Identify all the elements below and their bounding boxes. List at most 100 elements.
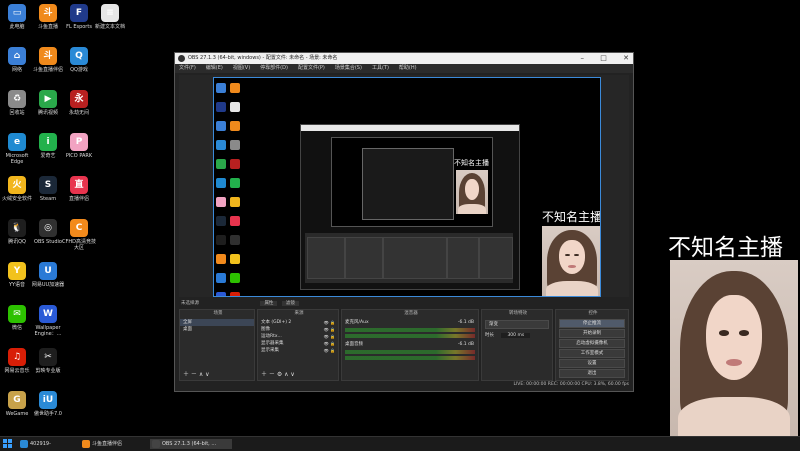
- mini-desktop-icon: [230, 83, 240, 93]
- mixer-channel-level: -6.1 dB: [457, 320, 474, 325]
- app-icon: 🐧: [8, 219, 26, 237]
- desktop-icon[interactable]: S Steam: [31, 176, 65, 202]
- mini-desktop-icon: [216, 159, 226, 169]
- app-icon: ⌂: [8, 47, 26, 65]
- mini-desktop-icon: [216, 83, 226, 93]
- app-icon: ▭: [8, 4, 26, 22]
- desktop-icon-label: 微信: [11, 325, 22, 331]
- source-item[interactable]: 图像 👁 🔒: [258, 326, 338, 333]
- transitions-dock-title: 转场特效: [509, 311, 527, 316]
- app-icon: C: [70, 219, 88, 237]
- control-button[interactable]: 设置: [559, 359, 625, 368]
- desktop-icon[interactable]: 🐧 腾讯QQ: [0, 219, 34, 245]
- taskbar-item[interactable]: OBS 27.1.3 (64-bit, ...: [150, 439, 232, 449]
- control-button[interactable]: 启动虚拟摄像机: [559, 339, 625, 348]
- scene-item[interactable]: 桌面: [180, 326, 254, 333]
- scene-item[interactable]: 全屏: [180, 319, 254, 326]
- duration-input[interactable]: 300 ms: [501, 333, 531, 338]
- menu-item[interactable]: 编辑(E): [206, 65, 223, 71]
- desktop-icon[interactable]: ◎ OBS Studio: [31, 219, 65, 245]
- taskbar-item[interactable]: 402919-: [18, 439, 85, 449]
- desktop-icon[interactable]: Y YY语音: [0, 262, 34, 288]
- desktop-icon[interactable]: ▶ 腾讯视频: [31, 90, 65, 116]
- control-button[interactable]: 开始录制: [559, 329, 625, 338]
- control-button[interactable]: 停止推流: [559, 319, 625, 328]
- desktop-icon-label: 永劫无间: [68, 110, 89, 116]
- visibility-lock-icon[interactable]: 👁 🔒: [324, 333, 335, 340]
- mini-desktop-icon: [216, 254, 226, 264]
- obs-title-bar[interactable]: OBS 27.1.3 (64-bit, windows) - 配置文件: 未命名…: [175, 53, 633, 64]
- control-button[interactable]: 工作室模式: [559, 349, 625, 358]
- taskbar-item-label: OBS 27.1.3 (64-bit, ...: [162, 441, 217, 447]
- menu-item[interactable]: 场景集合(S): [335, 65, 362, 71]
- visibility-lock-icon[interactable]: 👁 🔒: [324, 319, 335, 326]
- desktop-icon[interactable]: C CFHD高清竞技大区: [62, 219, 96, 251]
- minimize-icon[interactable]: –: [581, 54, 585, 62]
- menu-item[interactable]: 帮助(H): [399, 65, 417, 71]
- desktop-icon[interactable]: W Wallpaper Engine：...: [31, 305, 65, 337]
- source-item[interactable]: 运动Rtx... 👁 🔒: [258, 333, 338, 340]
- menu-item[interactable]: 停靠部件(D): [260, 65, 288, 71]
- menu-item[interactable]: 工具(T): [372, 65, 389, 71]
- obs-window[interactable]: OBS 27.1.3 (64-bit, windows) - 配置文件: 未命名…: [174, 52, 634, 392]
- desktop-icon[interactable]: ♫ 网易云音乐: [0, 348, 34, 374]
- source-controls[interactable]: ＋ － ⚙ ∧ ∨: [258, 371, 295, 378]
- app-icon: U: [39, 262, 57, 280]
- menu-item[interactable]: 配置文件(P): [298, 65, 325, 71]
- desktop-icon-label: OBS Studio: [34, 239, 62, 245]
- visibility-lock-icon[interactable]: 👁 🔒: [324, 326, 335, 333]
- desktop-icon[interactable]: P PICO PARK: [62, 133, 96, 159]
- app-icon: ✂: [39, 348, 57, 366]
- maximize-icon[interactable]: □: [600, 54, 607, 62]
- desktop-icon[interactable]: Q QQ游戏: [62, 47, 96, 73]
- app-icon: 火: [8, 176, 26, 194]
- control-button[interactable]: 退出: [559, 369, 625, 378]
- source-item[interactable]: 显示器采集 👁 🔒: [258, 340, 338, 347]
- desktop-icon[interactable]: ✂ 剪映专业版: [31, 348, 65, 374]
- desktop-icon[interactable]: i 爱奇艺: [31, 133, 65, 159]
- app-icon: ▶: [39, 90, 57, 108]
- visibility-lock-icon[interactable]: 👁 🔒: [324, 347, 335, 354]
- desktop-icon[interactable]: ✉ 微信: [0, 305, 34, 331]
- scenes-dock: 场景 全屏 桌面 ＋ － ∧ ∨: [179, 309, 255, 381]
- mini-desktop-icon: [216, 121, 226, 131]
- mini-desktop-icon: [230, 102, 240, 112]
- menu-item[interactable]: 文件(F): [179, 65, 196, 71]
- mini-desktop-icon: [230, 292, 240, 296]
- desktop-icon[interactable]: ♻ 回收站: [0, 90, 34, 116]
- transition-select[interactable]: 渐变: [485, 320, 549, 329]
- desktop-icon[interactable]: G WeGame: [0, 391, 34, 417]
- app-icon: Q: [70, 47, 88, 65]
- desktop-icon[interactable]: ≡ 新建文本文档: [93, 4, 127, 30]
- desktop-icon[interactable]: 斗斗鱼直播: [31, 4, 65, 30]
- docks-row: 场景 全屏 桌面 ＋ － ∧ ∨ 来源 文本 (GDI+) 2 👁 🔒 图像 👁 🔒 运…: [179, 299, 629, 381]
- desktop-icon-label: Microsoft Edge: [5, 153, 29, 165]
- visibility-lock-icon[interactable]: 👁 🔒: [324, 340, 335, 347]
- desktop-icon[interactable]: 永永劫无间: [62, 90, 96, 116]
- scene-controls[interactable]: ＋ － ∧ ∨: [180, 371, 210, 378]
- mini-desktop-icon: [230, 140, 240, 150]
- desktop-icon[interactable]: ▭ 此电脑: [0, 4, 34, 30]
- source-item[interactable]: 显示采集 👁 🔒: [258, 347, 338, 354]
- windows-start-icon[interactable]: [3, 439, 13, 449]
- source-item[interactable]: 文本 (GDI+) 2 👁 🔒: [258, 319, 338, 326]
- taskbar-item[interactable]: 斗鱼直播伴侣: [80, 439, 157, 449]
- app-icon: F: [70, 4, 88, 22]
- app-icon: 斗: [39, 4, 57, 22]
- desktop-icon[interactable]: 直直播伴侣: [62, 176, 96, 202]
- preview-streamer-photo: [542, 226, 600, 296]
- menu-item[interactable]: 视图(V): [233, 65, 250, 71]
- desktop-icon[interactable]: F FL Esports: [62, 4, 96, 30]
- desktop-icon[interactable]: iU 傲世助手7.0: [31, 391, 65, 417]
- close-icon[interactable]: ✕: [623, 54, 629, 62]
- desktop-icon-label: 火绒安全软件: [1, 196, 32, 202]
- stream-preview[interactable]: 不知名主播 不知名主播: [213, 77, 601, 297]
- obs-logo-icon: [178, 55, 185, 62]
- overlay-streamer-photo: [670, 260, 798, 436]
- desktop-icon[interactable]: 斗斗鱼直播伴侣: [31, 47, 65, 73]
- desktop-icon[interactable]: U 网易UU加速器: [31, 262, 65, 288]
- desktop-icon-label: 腾讯视频: [37, 110, 58, 116]
- desktop-icon[interactable]: 火火绒安全软件: [0, 176, 34, 202]
- desktop-icon[interactable]: e Microsoft Edge: [0, 133, 34, 165]
- desktop-icon[interactable]: ⌂ 网络: [0, 47, 34, 73]
